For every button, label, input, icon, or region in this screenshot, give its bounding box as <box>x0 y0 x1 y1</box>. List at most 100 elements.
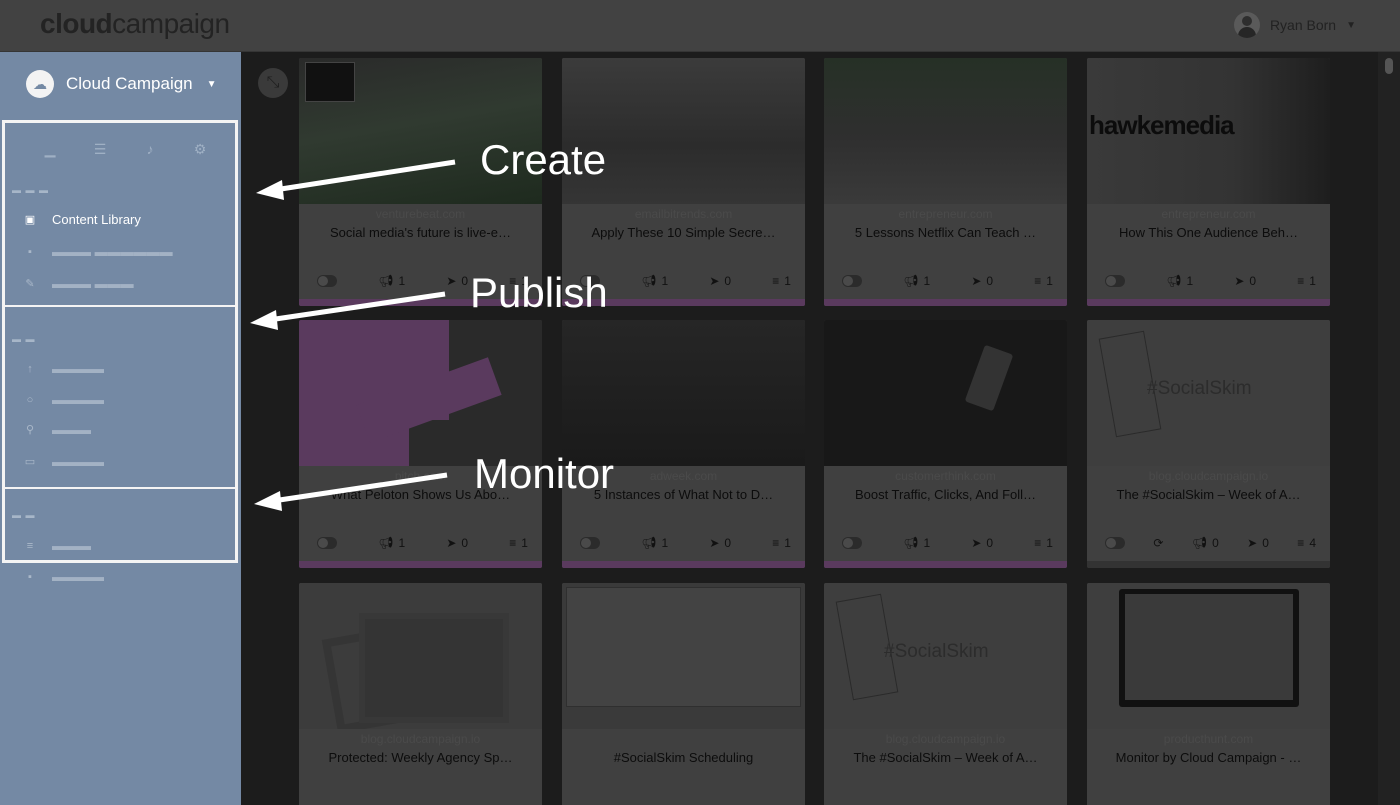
section-header-create: ▬ ▬ ▬ <box>12 185 50 195</box>
sidebar-item-monitor-2[interactable]: ▪ ▬▬▬▬ <box>24 569 104 584</box>
content-card[interactable]: #SocialSkim blog.cloudcampaign.io The #S… <box>1087 320 1330 568</box>
card-status-bar <box>1087 299 1330 306</box>
toggle-switch[interactable] <box>1105 275 1125 287</box>
lines-icon: ≡ <box>1297 274 1305 288</box>
card-title: Monitor by Cloud Campaign - … <box>1115 750 1302 765</box>
content-card[interactable]: customerthink.com Boost Traffic, Clicks,… <box>824 320 1067 568</box>
send-icon: ➤ <box>1234 274 1245 288</box>
content-card[interactable]: pitch.com What Peloton Shows Us Abo… 📢︎ 1… <box>299 320 542 568</box>
content-card[interactable]: #SocialSkim blog.cloudcampaign.io The #S… <box>824 583 1067 805</box>
content-card[interactable]: #SocialSkim Scheduling <box>562 583 805 805</box>
toggle-switch[interactable] <box>1105 537 1125 549</box>
chevron-down-icon: ▼ <box>1346 19 1356 31</box>
card-title: The #SocialSkim – Week of A… <box>853 750 1038 765</box>
nav-label-placeholder: ▬▬▬▬ <box>52 569 104 584</box>
card-status-bar <box>1087 561 1330 568</box>
card-stats: 📢︎ 1 ➤ 0 ≡ 1 <box>580 536 791 550</box>
card-stats: ⟳ 📢︎ 0 ➤ 0 ≡ 4 <box>1105 536 1316 550</box>
card-title: 5 Lessons Netflix Can Teach … <box>854 225 1037 240</box>
card-domain: blog.cloudcampaign.io <box>1148 469 1269 483</box>
workspace-switcher[interactable]: ☁ Cloud Campaign ▼ <box>26 70 217 98</box>
card-title: Protected: Weekly Agency Sp… <box>328 750 513 765</box>
top-bar: cloudcampaign Ryan Born ▼ <box>0 0 1400 52</box>
nav-label-placeholder: ▬▬▬ <box>52 422 91 437</box>
card-domain: venturebeat.com <box>375 207 466 221</box>
toggle-switch[interactable] <box>842 537 862 549</box>
sidebar-toolbar: ▁ ☰ ♪ ⚙ <box>40 140 210 158</box>
card-thumbnail: #SocialSkim <box>824 583 1067 729</box>
lines-icon: ≡ <box>509 536 517 550</box>
send-icon: ➤ <box>971 536 982 550</box>
sidebar-item-monitor-1[interactable]: ≡ ▬▬▬ <box>24 538 91 553</box>
content-card[interactable]: blog.cloudcampaign.io Protected: Weekly … <box>299 583 542 805</box>
scrollbar[interactable] <box>1378 52 1400 805</box>
sidebar-item-publish-2[interactable]: ○ ▬▬▬▬ <box>24 392 104 407</box>
nav-label-placeholder: ▬▬▬▬ <box>52 392 104 407</box>
card-stats: 📢︎ 1 ➤ 0 ≡ 1 <box>317 536 528 550</box>
analytics-icon: ▪ <box>28 570 32 583</box>
content-card[interactable]: hawkemedia entrepreneur.com How This One… <box>1087 58 1330 306</box>
pin-icon: ⚲ <box>25 424 35 436</box>
lines-icon: ≡ <box>772 536 780 550</box>
activity-icon: ≡ <box>26 539 34 552</box>
card-thumbnail <box>1087 583 1330 729</box>
send-icon: ➤ <box>446 536 457 550</box>
sidebar-item-publish-3[interactable]: ⚲ ▬▬▬ <box>24 422 91 437</box>
card-title: How This One Audience Beh… <box>1119 225 1298 240</box>
megaphone-icon: 📢︎ <box>903 536 919 550</box>
toggle-switch[interactable] <box>842 275 862 287</box>
card-status-bar <box>824 299 1067 306</box>
card-domain: blog.cloudcampaign.io <box>360 732 481 746</box>
app-logo[interactable]: cloudcampaign <box>40 8 230 40</box>
toggle-switch[interactable] <box>580 537 600 549</box>
card-status-bar <box>562 561 805 568</box>
chart-icon[interactable]: ▁ <box>40 140 60 158</box>
lines-icon: ≡ <box>772 274 780 288</box>
user-menu[interactable]: Ryan Born ▼ <box>1233 10 1356 40</box>
content-card[interactable]: adweek.com 5 Instances of What Not to D…… <box>562 320 805 568</box>
send-icon: ➤ <box>971 274 982 288</box>
sidebar-item-create-3[interactable]: ✎ ▬▬▬ ▬▬▬ <box>24 276 134 291</box>
nav-label-placeholder: ▬▬▬▬ <box>52 361 104 376</box>
card-thumbnail <box>824 58 1067 204</box>
collapse-sidebar-button[interactable]: ⤡ <box>258 68 288 98</box>
scrollbar-thumb[interactable] <box>1385 58 1393 74</box>
bell-icon[interactable]: ♪ <box>140 140 160 158</box>
megaphone-icon: 📢︎ <box>378 274 394 288</box>
card-domain: entrepreneur.com <box>1161 207 1256 221</box>
sidebar-item-content-library[interactable]: ▣ Content Library <box>24 212 141 227</box>
content-card[interactable]: entrepreneur.com 5 Lessons Netflix Can T… <box>824 58 1067 306</box>
section-divider <box>5 487 235 489</box>
section-header-publish: ▬ ▬ <box>12 334 36 344</box>
card-thumbnail: hawkemedia <box>1087 58 1330 204</box>
send-icon: ➤ <box>709 536 720 550</box>
pencil-icon: ✎ <box>25 278 35 290</box>
card-stats: 📢︎ 1 ➤ 0 ≡ 1 <box>842 536 1053 550</box>
workspace-name: Cloud Campaign <box>66 74 193 93</box>
image-icon: ▣ <box>24 214 36 226</box>
refresh-icon: ⟳ <box>1153 536 1164 550</box>
lines-icon: ≡ <box>1297 536 1305 550</box>
section-divider <box>5 305 235 307</box>
content-card[interactable]: producthunt.com Monitor by Cloud Campaig… <box>1087 583 1330 805</box>
card-status-bar <box>824 561 1067 568</box>
sidebar-item-publish-4[interactable]: ▭ ▬▬▬▬ <box>24 454 104 469</box>
clock-icon: ○ <box>26 393 34 406</box>
card-title: #SocialSkim Scheduling <box>613 750 754 765</box>
nav-label-placeholder: ▬▬▬ ▬▬▬ <box>52 276 134 291</box>
sidebar-item-publish-1[interactable]: ↑ ▬▬▬▬ <box>24 361 104 376</box>
card-stats: 📢︎ 1 ➤ 0 ≡ 1 <box>1105 274 1316 288</box>
annotation-monitor: Monitor <box>474 450 615 497</box>
gear-icon[interactable]: ⚙ <box>190 140 210 158</box>
sidebar-item-create-2[interactable]: ▪ ▬▬▬ ▬▬▬▬▬▬ <box>24 244 173 259</box>
megaphone-icon: 📢︎ <box>641 536 657 550</box>
nav-label-placeholder: ▬▬▬ <box>52 538 91 553</box>
card-title: Boost Traffic, Clicks, And Foll… <box>854 487 1037 502</box>
card-thumbnail <box>562 583 805 729</box>
send-icon: ➤ <box>1247 536 1258 550</box>
toggle-switch[interactable] <box>317 275 337 287</box>
toggle-switch[interactable] <box>317 537 337 549</box>
card-status-bar <box>299 561 542 568</box>
annotation-publish: Publish <box>470 269 608 316</box>
list-icon[interactable]: ☰ <box>90 140 110 158</box>
